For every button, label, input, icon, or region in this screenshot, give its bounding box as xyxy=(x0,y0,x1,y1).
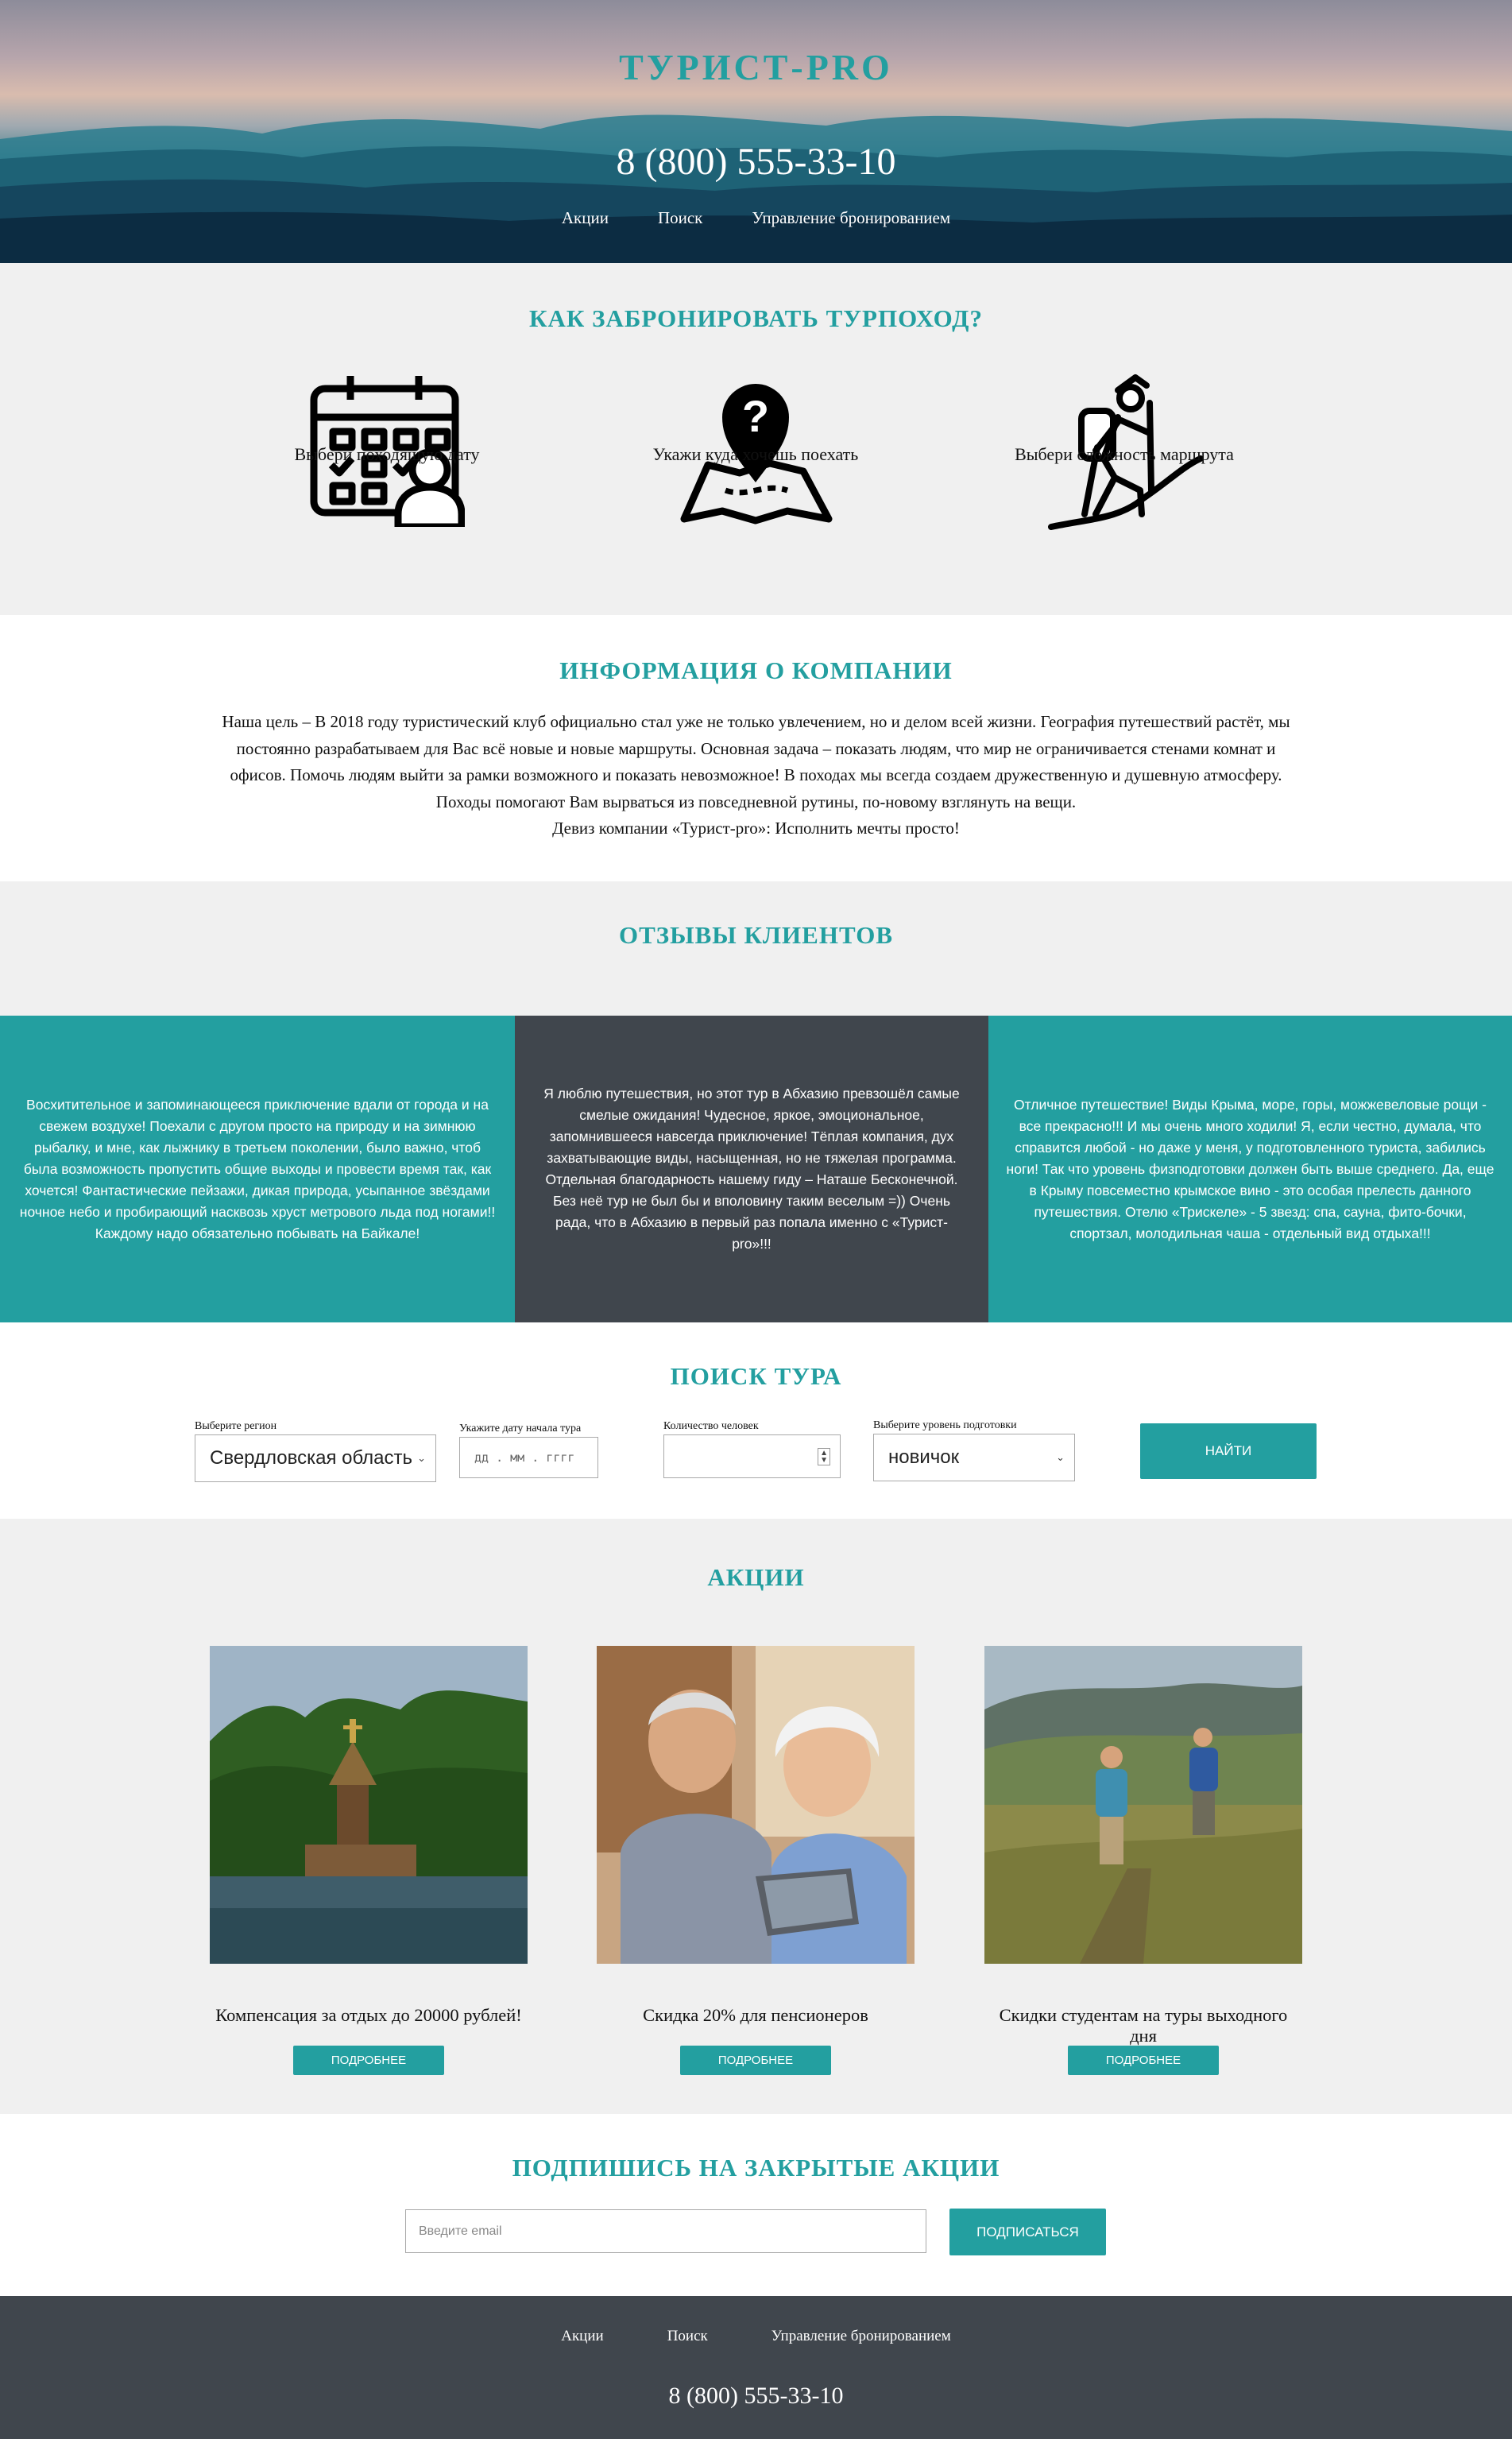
nav-link-promos[interactable]: Акции xyxy=(562,208,609,228)
footer-link-search[interactable]: Поиск xyxy=(667,2328,708,2345)
promos-title: АКЦИИ xyxy=(707,1563,805,1591)
header-phone[interactable]: 8 (800) 555-33-10 xyxy=(0,140,1512,184)
promo-card: Компенсация за отдых до 20000 рублей! ПО… xyxy=(210,1646,528,2075)
company-info-text: Наша цель – В 2018 году туристический кл… xyxy=(183,709,1329,842)
review-text: Я люблю путешествия, но этот тур в Абхаз… xyxy=(543,1086,960,1252)
promo-card: Скидки студентам на туры выходного дня П… xyxy=(984,1646,1302,2075)
step-label: Выбери походящую дату xyxy=(294,444,480,464)
hero-header: ТУРИСТ-PRO 8 (800) 555-33-10 Акции Поиск… xyxy=(0,0,1512,263)
svg-text:?: ? xyxy=(742,391,769,441)
subscribe-button[interactable]: ПОДПИСАТЬСЯ xyxy=(949,2209,1106,2255)
promo-image-seniors[interactable] xyxy=(597,1646,915,1964)
subscribe-title: ПОДПИШИСЬ НА ЗАКРЫТЫЕ АКЦИИ xyxy=(512,2154,1000,2182)
promo-card: Скидка 20% для пенсионеров ПОДРОБНЕЕ xyxy=(597,1646,915,2075)
how-to-book-section: КАК ЗАБРОНИРОВАТЬ ТУРПОХОД? Выбери поход… xyxy=(0,263,1512,615)
people-field: Количество человек ▲ ▼ xyxy=(663,1420,841,1478)
level-label: Выберите уровень подготовки xyxy=(873,1419,1017,1431)
region-select[interactable]: Свердловская область ⌄ xyxy=(195,1434,436,1482)
header-nav: Акции Поиск Управление бронированием xyxy=(0,208,1512,228)
region-field: Выберите регион Свердловская область ⌄ xyxy=(195,1420,436,1482)
people-label: Количество человек xyxy=(663,1420,759,1432)
spinner-arrows-icon[interactable]: ▲ ▼ xyxy=(818,1447,830,1465)
company-info-title: ИНФОРМАЦИЯ О КОМПАНИИ xyxy=(559,656,953,684)
promo-more-button[interactable]: ПОДРОБНЕЕ xyxy=(1068,2046,1219,2075)
tour-search-title: ПОИСК ТУРА xyxy=(670,1362,842,1390)
step-label: Выбери сложность маршрута xyxy=(1015,444,1234,464)
subscribe-section: ПОДПИШИСЬ НА ЗАКРЫТЫЕ АКЦИИ Введите emai… xyxy=(0,2114,1512,2296)
review-card: Отличное путешествие! Виды Крыма, море, … xyxy=(988,1016,1512,1322)
tour-search-section: ПОИСК ТУРА Выберите регион Свердловская … xyxy=(0,1322,1512,1519)
info-line: постоянно разрабатываем для Вас всё новы… xyxy=(236,738,1276,758)
footer-link-promos[interactable]: Акции xyxy=(561,2328,603,2345)
promo-caption: Скидка 20% для пенсионеров xyxy=(643,2005,868,2025)
date-field: Укажите дату начала тура дд . мм . гггг xyxy=(459,1423,598,1478)
info-line: офисов. Помочь людям выйти за рамки возм… xyxy=(230,765,1282,784)
info-line: Девиз компании «Турист-pro»: Исполнить м… xyxy=(552,819,960,838)
info-line: Походы помогают Вам вырваться из повседн… xyxy=(435,792,1077,811)
review-text: Восхитительное и запоминающееся приключе… xyxy=(19,1096,496,1241)
promo-caption: Скидки студентам на туры выходного дня xyxy=(999,2005,1288,2046)
company-info-section: ИНФОРМАЦИЯ О КОМПАНИИ Наша цель – В 2018… xyxy=(0,615,1512,881)
review-text: Отличное путешествие! Виды Крыма, море, … xyxy=(1006,1096,1495,1241)
footer-nav: Акции Поиск Управление бронированием xyxy=(0,2328,1512,2345)
promo-more-button[interactable]: ПОДРОБНЕЕ xyxy=(680,2046,831,2075)
step-label: Укажи куда хочешь поехать xyxy=(652,444,859,464)
people-count-input[interactable]: ▲ ▼ xyxy=(663,1434,841,1478)
footer: Акции Поиск Управление бронированием 8 (… xyxy=(0,2296,1512,2439)
reviews-row: Восхитительное и запоминающееся приключе… xyxy=(0,1016,1512,1322)
nav-link-booking[interactable]: Управление бронированием xyxy=(752,208,950,228)
start-date-input[interactable]: дд . мм . гггг xyxy=(459,1437,598,1478)
promo-image-church[interactable] xyxy=(210,1646,528,1964)
promos-section: АКЦИИ Компенсация за отдых до 20000 рубл… xyxy=(0,1519,1512,2114)
level-field: Выберите уровень подготовки новичок ⌄ xyxy=(873,1419,1075,1481)
promo-more-button[interactable]: ПОДРОБНЕЕ xyxy=(293,2046,444,2075)
nav-link-search[interactable]: Поиск xyxy=(658,208,702,228)
footer-link-booking[interactable]: Управление бронированием xyxy=(771,2328,951,2345)
review-card: Я люблю путешествия, но этот тур в Абхаз… xyxy=(515,1016,988,1322)
find-button[interactable]: НАЙТИ xyxy=(1140,1423,1317,1479)
region-label: Выберите регион xyxy=(195,1420,277,1432)
promo-caption: Компенсация за отдых до 20000 рублей! xyxy=(215,2005,522,2025)
review-card: Восхитительное и запоминающееся приключе… xyxy=(0,1016,515,1322)
level-select[interactable]: новичок ⌄ xyxy=(873,1434,1075,1481)
chevron-down-icon: ⌄ xyxy=(417,1452,426,1464)
info-line: Наша цель – В 2018 году туристический кл… xyxy=(222,712,1290,731)
promo-image-hikers[interactable] xyxy=(984,1646,1302,1964)
reviews-title: ОТЗЫВЫ КЛИЕНТОВ xyxy=(619,921,893,949)
chevron-down-icon: ⌄ xyxy=(1056,1451,1065,1463)
date-label: Укажите дату начала тура xyxy=(459,1423,582,1434)
how-to-book-title: КАК ЗАБРОНИРОВАТЬ ТУРПОХОД? xyxy=(529,304,983,332)
brand-logo[interactable]: ТУРИСТ-PRO xyxy=(0,46,1512,88)
reviews-header: ОТЗЫВЫ КЛИЕНТОВ xyxy=(0,881,1512,1016)
footer-phone[interactable]: 8 (800) 555-33-10 xyxy=(0,2383,1512,2410)
email-input[interactable]: Введите email xyxy=(405,2209,926,2253)
